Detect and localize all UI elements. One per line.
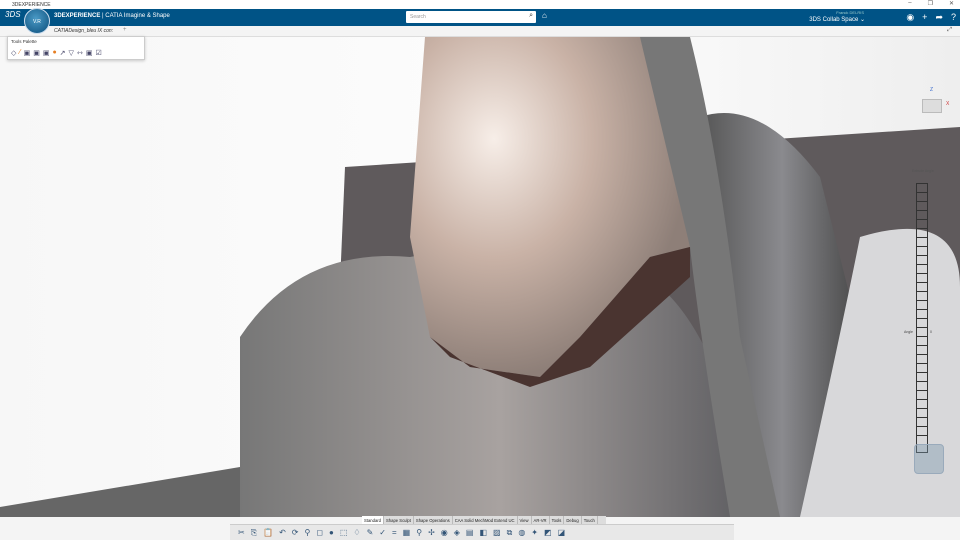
toolbar-tool-icon[interactable]: ◪ — [558, 528, 566, 537]
workbench-tab[interactable]: Touch — [582, 516, 598, 524]
workbench-tab[interactable]: CAA Solid MechMod Extend UC — [453, 516, 518, 524]
palette-tool-icon[interactable]: ↗ — [60, 49, 66, 57]
axis-triad[interactable]: Z X — [918, 87, 950, 117]
compass-button[interactable]: V.R — [24, 8, 50, 34]
tab-document[interactable]: CATIADesign_bleu IX con: — [54, 28, 113, 34]
window-title: 3DEXPERIENCE — [12, 1, 51, 8]
palette-title: Tools Palette — [11, 39, 37, 44]
toolbar-tool-icon[interactable]: ⚲ — [304, 528, 310, 537]
toolbar-tool-icon[interactable]: ↶ — [279, 528, 286, 537]
toolbar-tool-icon[interactable]: ⬚ — [340, 528, 348, 537]
3d-viewport[interactable]: Z X Extrude Angle Angle 0 — [0, 37, 960, 517]
user-icon[interactable]: ◉ — [906, 11, 914, 23]
share-icon[interactable]: ➦ — [935, 11, 943, 23]
palette-tool-icon[interactable]: ▣ — [24, 49, 31, 57]
tag-icon[interactable]: ⌂ — [542, 11, 547, 20]
toolbar-tool-icon[interactable]: ◩ — [544, 528, 552, 537]
toolbar-tool-icon[interactable]: ◉ — [441, 528, 448, 537]
workbench-tab[interactable]: AR-VR — [532, 516, 550, 524]
workbench-tab[interactable]: Tools — [550, 516, 565, 524]
toolbar-tool-icon[interactable]: = — [392, 528, 397, 537]
axis-x-label: X — [946, 101, 950, 107]
toolbar-tool-icon[interactable]: ⚲ — [416, 528, 422, 537]
palette-tool-icon[interactable]: ▣ — [86, 49, 93, 57]
angle-label: Angle — [904, 330, 913, 334]
workbench-tab[interactable]: View — [518, 516, 532, 524]
palette-tool-icon[interactable]: ▽ — [69, 49, 74, 57]
toolbar-tool-icon[interactable]: ✂ — [238, 528, 245, 537]
view-cube[interactable] — [914, 444, 944, 474]
toolbar-tool-icon[interactable]: ◻ — [316, 528, 323, 537]
top-bar: 3DS 3DEXPERIENCE | CATIA Imagine & Shape… — [0, 9, 960, 26]
toolbar-tool-icon[interactable]: ✓ — [379, 528, 386, 537]
user-name: Franck DELRIS — [836, 10, 864, 15]
workbench-tabs: Standard Shape Sculpt Shape Operations CAA … — [362, 516, 606, 524]
angle-value: 0 — [930, 330, 932, 334]
plus-icon[interactable]: + — [922, 11, 927, 23]
workbench-tab[interactable]: Shape Operations — [414, 516, 453, 524]
toolbar-tool-icon[interactable]: 📋 — [263, 528, 273, 537]
toolbar-tool-icon[interactable]: ▨ — [493, 528, 501, 537]
expand-icon[interactable]: ⤢ — [947, 27, 952, 34]
search-icon[interactable]: ⌕ — [529, 12, 533, 20]
palette-tool-icon[interactable]: ▣ — [33, 49, 40, 57]
new-tab-button[interactable]: + — [123, 27, 127, 33]
extrude-angle-slider[interactable]: Extrude Angle Angle 0 — [904, 167, 960, 467]
toolbar-tool-icon[interactable]: ♢ — [353, 528, 360, 537]
3ds-logo-icon: 3DS — [5, 10, 21, 19]
window-titlebar: 3DEXPERIENCE – ❐ ✕ — [0, 0, 960, 9]
close-button[interactable]: ✕ — [949, 0, 954, 7]
toolbar-tool-icon[interactable]: ▦ — [403, 528, 411, 537]
palette-tool-icon[interactable]: ● — [52, 49, 56, 57]
toolbar-tool-icon[interactable]: ▤ — [466, 528, 474, 537]
palette-tool-icon[interactable]: ☑ — [95, 49, 101, 57]
tools-palette: Tools Palette ◇ ⁄ ▣ ▣ ▣ ● ↗ ▽ ⇿ ▣ ☑ — [7, 36, 145, 60]
palette-tool-icon[interactable]: ▣ — [43, 49, 50, 57]
maximize-button[interactable]: ❐ — [928, 0, 933, 7]
toolbar-tool-icon[interactable]: ✢ — [428, 528, 435, 537]
car-seat-model — [0, 37, 960, 517]
search-input[interactable]: Search ⌕ — [406, 11, 536, 23]
workbench-tab[interactable]: Debug — [564, 516, 582, 524]
toolbar-tool-icon[interactable]: ◍ — [518, 528, 525, 537]
help-icon[interactable]: ? — [951, 11, 956, 23]
workbench-tab[interactable]: Standard — [362, 516, 384, 524]
toolbar-tool-icon[interactable]: ◈ — [454, 528, 460, 537]
palette-tool-icon[interactable]: ⇿ — [77, 49, 83, 57]
toolbar-tool-icon[interactable]: ✎ — [367, 528, 374, 537]
toolbar-tool-icon[interactable]: ⧉ — [507, 528, 513, 538]
toolbar-tool-icon[interactable]: ⟳ — [292, 528, 299, 537]
toolbar-tool-icon[interactable]: ✦ — [531, 528, 538, 537]
minimize-button[interactable]: – — [908, 0, 911, 7]
palette-tool-icon[interactable]: ◇ — [11, 49, 16, 57]
app-title: 3DEXPERIENCE | CATIA Imagine & Shape — [54, 13, 170, 19]
collab-space-selector[interactable]: 3DS Collab Space ⌄ — [809, 16, 865, 24]
toolbar-tool-icon[interactable]: ◧ — [479, 528, 487, 537]
toolbar-tool-icon[interactable]: ● — [329, 528, 334, 537]
action-bar: ✂ ⎘ 📋 ↶ ⟳ ⚲ ◻ ● ⬚ ♢ ✎ ✓ = ▦ ⚲ ✢ ◉ ◈ ▤ ◧ ▨ ⧉ ◍ ✦ ◩ ◪ — [230, 524, 734, 540]
workbench-tab[interactable]: Shape Sculpt — [384, 516, 414, 524]
palette-tool-icon[interactable]: ⁄ — [19, 49, 20, 57]
slider-label: Extrude Angle — [912, 169, 934, 173]
toolbar-tool-icon[interactable]: ⎘ — [251, 528, 257, 538]
slider-track[interactable] — [916, 183, 928, 453]
axis-z-label: Z — [930, 87, 934, 93]
